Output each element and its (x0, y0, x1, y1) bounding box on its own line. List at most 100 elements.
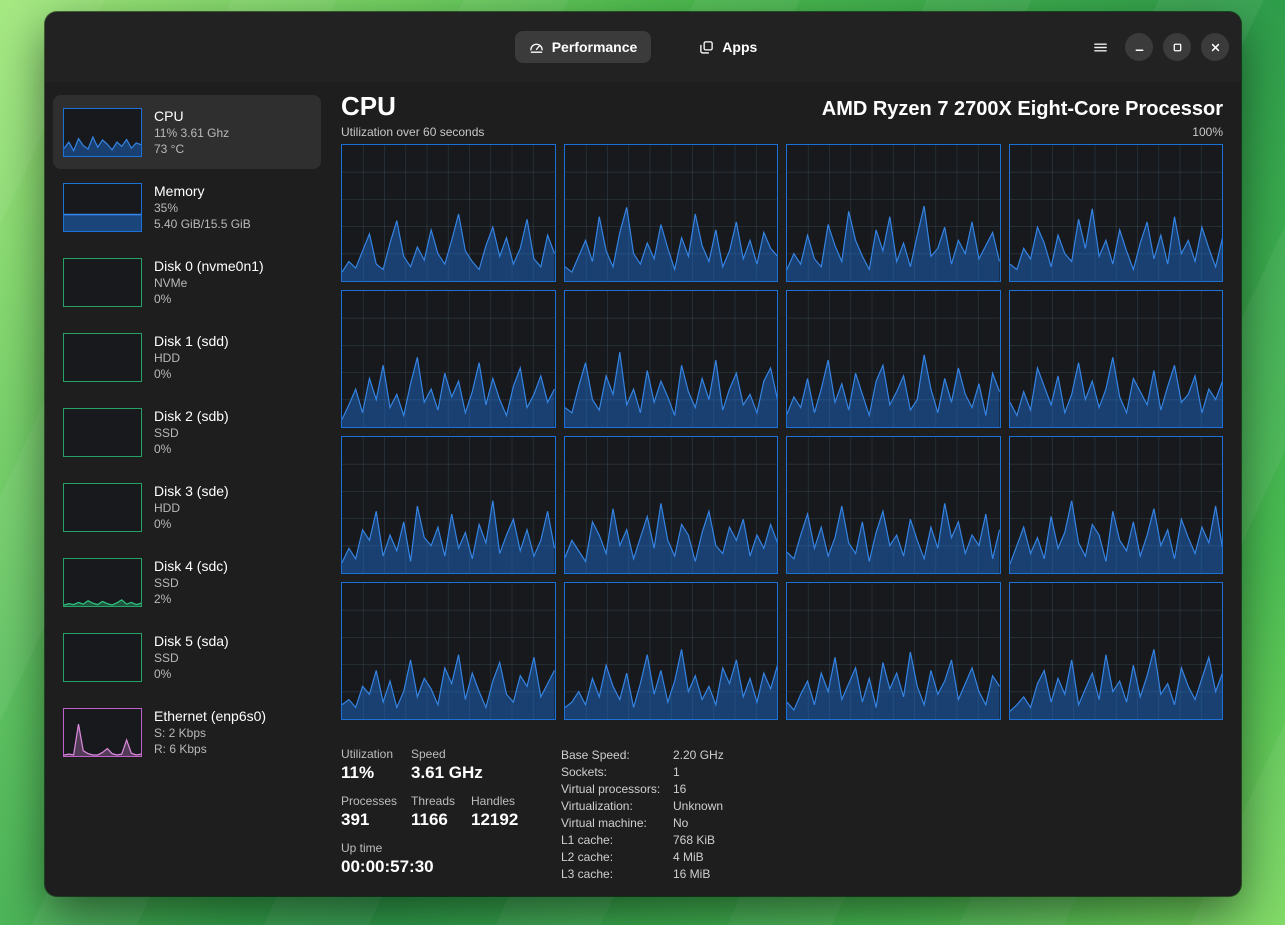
sidebar-item-line3: 5.40 GiB/15.5 GiB (154, 216, 251, 232)
detail-row: L1 cache:768 KiB (561, 832, 724, 849)
sidebar-item-disk4[interactable]: Disk 4 (sdc) SSD 2% (53, 545, 321, 619)
graph-caption: Utilization over 60 seconds (341, 125, 484, 139)
sidebar-item-disk3[interactable]: Disk 3 (sde) HDD 0% (53, 470, 321, 544)
details-list: Base Speed:2.20 GHzSockets:1Virtual proc… (561, 746, 724, 887)
maximize-button[interactable] (1163, 33, 1191, 61)
minimize-icon (1134, 42, 1145, 53)
core-graph-1 (564, 144, 779, 282)
core-graph-0 (341, 144, 556, 282)
sidebar-item-title: Disk 2 (sdb) (154, 407, 229, 425)
stat-processes: Processes 391 (341, 793, 411, 831)
sidebar-item-line2: 35% (154, 200, 251, 216)
detail-row: Base Speed:2.20 GHz (561, 747, 724, 764)
tab-performance[interactable]: Performance (515, 31, 652, 63)
core-graph-14 (786, 582, 1001, 720)
core-graph-4 (341, 290, 556, 428)
cpu-stats-section: Utilization 11% Speed 3.61 GHz Processes (341, 746, 1223, 887)
stat-handles: Handles 12192 (471, 793, 518, 831)
sidebar-graph-thumbnail (63, 408, 142, 457)
sidebar-item-memory[interactable]: Memory 35% 5.40 GiB/15.5 GiB (53, 170, 321, 244)
sidebar-graph-thumbnail (63, 333, 142, 382)
window-controls (1085, 12, 1229, 82)
detail-row: Virtual machine:No (561, 815, 724, 832)
stat-speed: Speed 3.61 GHz (411, 746, 483, 784)
sidebar-item-line3: 0% (154, 666, 229, 682)
sidebar-item-line3: 0% (154, 516, 229, 532)
sidebar-item-line2: SSD (154, 575, 228, 591)
sidebar-item-line3: 0% (154, 366, 229, 382)
sidebar-graph-thumbnail (63, 183, 142, 232)
detail-row: L2 cache:4 MiB (561, 849, 724, 866)
performance-panel: CPU AMD Ryzen 7 2700X Eight-Core Process… (329, 82, 1241, 896)
sidebar-item-line3: R: 6 Kbps (154, 741, 266, 757)
core-graph-8 (341, 436, 556, 574)
sidebar-graph-thumbnail (63, 258, 142, 307)
sidebar-item-disk5[interactable]: Disk 5 (sda) SSD 0% (53, 620, 321, 694)
sidebar-item-line2: 11% 3.61 Ghz (154, 125, 229, 141)
speedometer-icon (529, 40, 544, 55)
stat-threads: Threads 1166 (411, 793, 471, 831)
core-graph-15 (1009, 582, 1224, 720)
graph-max-label: 100% (1192, 125, 1223, 139)
sidebar-item-cpu[interactable]: CPU 11% 3.61 Ghz 73 °C (53, 95, 321, 169)
detail-row: L3 cache:16 MiB (561, 866, 724, 883)
titlebar[interactable]: Performance Apps (45, 12, 1241, 82)
page-title: CPU (341, 90, 396, 122)
core-graph-10 (786, 436, 1001, 574)
sidebar-item-line2: S: 2 Kbps (154, 725, 266, 741)
sidebar-item-line3: 0% (154, 291, 264, 307)
detail-row: Virtualization:Unknown (561, 798, 724, 815)
sidebar-graph-thumbnail (63, 483, 142, 532)
sidebar-item-disk0[interactable]: Disk 0 (nvme0n1) NVMe 0% (53, 245, 321, 319)
sidebar-item-line2: NVMe (154, 275, 264, 291)
sidebar-item-title: Memory (154, 182, 251, 200)
core-graph-13 (564, 582, 779, 720)
sidebar-item-ethernet[interactable]: Ethernet (enp6s0) S: 2 Kbps R: 6 Kbps (53, 695, 321, 769)
core-graph-11 (1009, 436, 1224, 574)
minimize-button[interactable] (1125, 33, 1153, 61)
close-button[interactable] (1201, 33, 1229, 61)
sidebar-item-disk1[interactable]: Disk 1 (sdd) HDD 0% (53, 320, 321, 394)
sidebar-item-title: Disk 0 (nvme0n1) (154, 257, 264, 275)
detail-row: Virtual processors:16 (561, 781, 724, 798)
sidebar-item-line3: 2% (154, 591, 228, 607)
apps-icon (699, 40, 714, 55)
core-graph-grid (341, 144, 1223, 720)
sidebar-graph-thumbnail (63, 708, 142, 757)
core-graph-6 (786, 290, 1001, 428)
sidebar-item-disk2[interactable]: Disk 2 (sdb) SSD 0% (53, 395, 321, 469)
view-tabs: Performance Apps (515, 31, 772, 63)
sidebar-item-title: Disk 4 (sdc) (154, 557, 228, 575)
core-graph-2 (786, 144, 1001, 282)
sidebar-item-title: Disk 1 (sdd) (154, 332, 229, 350)
close-icon (1210, 42, 1221, 53)
processor-name: AMD Ryzen 7 2700X Eight-Core Processor (822, 98, 1223, 121)
detail-row: Sockets:1 (561, 764, 724, 781)
core-graph-3 (1009, 144, 1224, 282)
core-graph-7 (1009, 290, 1224, 428)
sidebar-item-title: Ethernet (enp6s0) (154, 707, 266, 725)
stat-uptime: Up time 00:00:57:30 (341, 840, 434, 878)
sidebar-item-line3: 0% (154, 441, 229, 457)
hamburger-menu-button[interactable] (1085, 32, 1115, 62)
sidebar-item-title: Disk 3 (sde) (154, 482, 229, 500)
sidebar-graph-thumbnail (63, 108, 142, 157)
core-graph-5 (564, 290, 779, 428)
tab-apps-label: Apps (722, 39, 757, 55)
sidebar-item-line2: SSD (154, 425, 229, 441)
app-window: Performance Apps (45, 12, 1241, 896)
tab-performance-label: Performance (552, 39, 638, 55)
core-graph-12 (341, 582, 556, 720)
sidebar-item-title: Disk 5 (sda) (154, 632, 229, 650)
sidebar-graph-thumbnail (63, 633, 142, 682)
sidebar-item-line2: SSD (154, 650, 229, 666)
sidebar-item-line2: HDD (154, 350, 229, 366)
maximize-icon (1172, 42, 1183, 53)
sidebar-item-line2: HDD (154, 500, 229, 516)
stat-utilization: Utilization 11% (341, 746, 411, 784)
sidebar: CPU 11% 3.61 Ghz 73 °C Memory 35% 5.40 G… (45, 82, 329, 896)
cpu-stats: Utilization 11% Speed 3.61 GHz Processes (341, 746, 561, 887)
tab-apps[interactable]: Apps (685, 31, 771, 63)
desktop-background: Performance Apps (0, 0, 1285, 925)
sidebar-item-title: CPU (154, 107, 229, 125)
